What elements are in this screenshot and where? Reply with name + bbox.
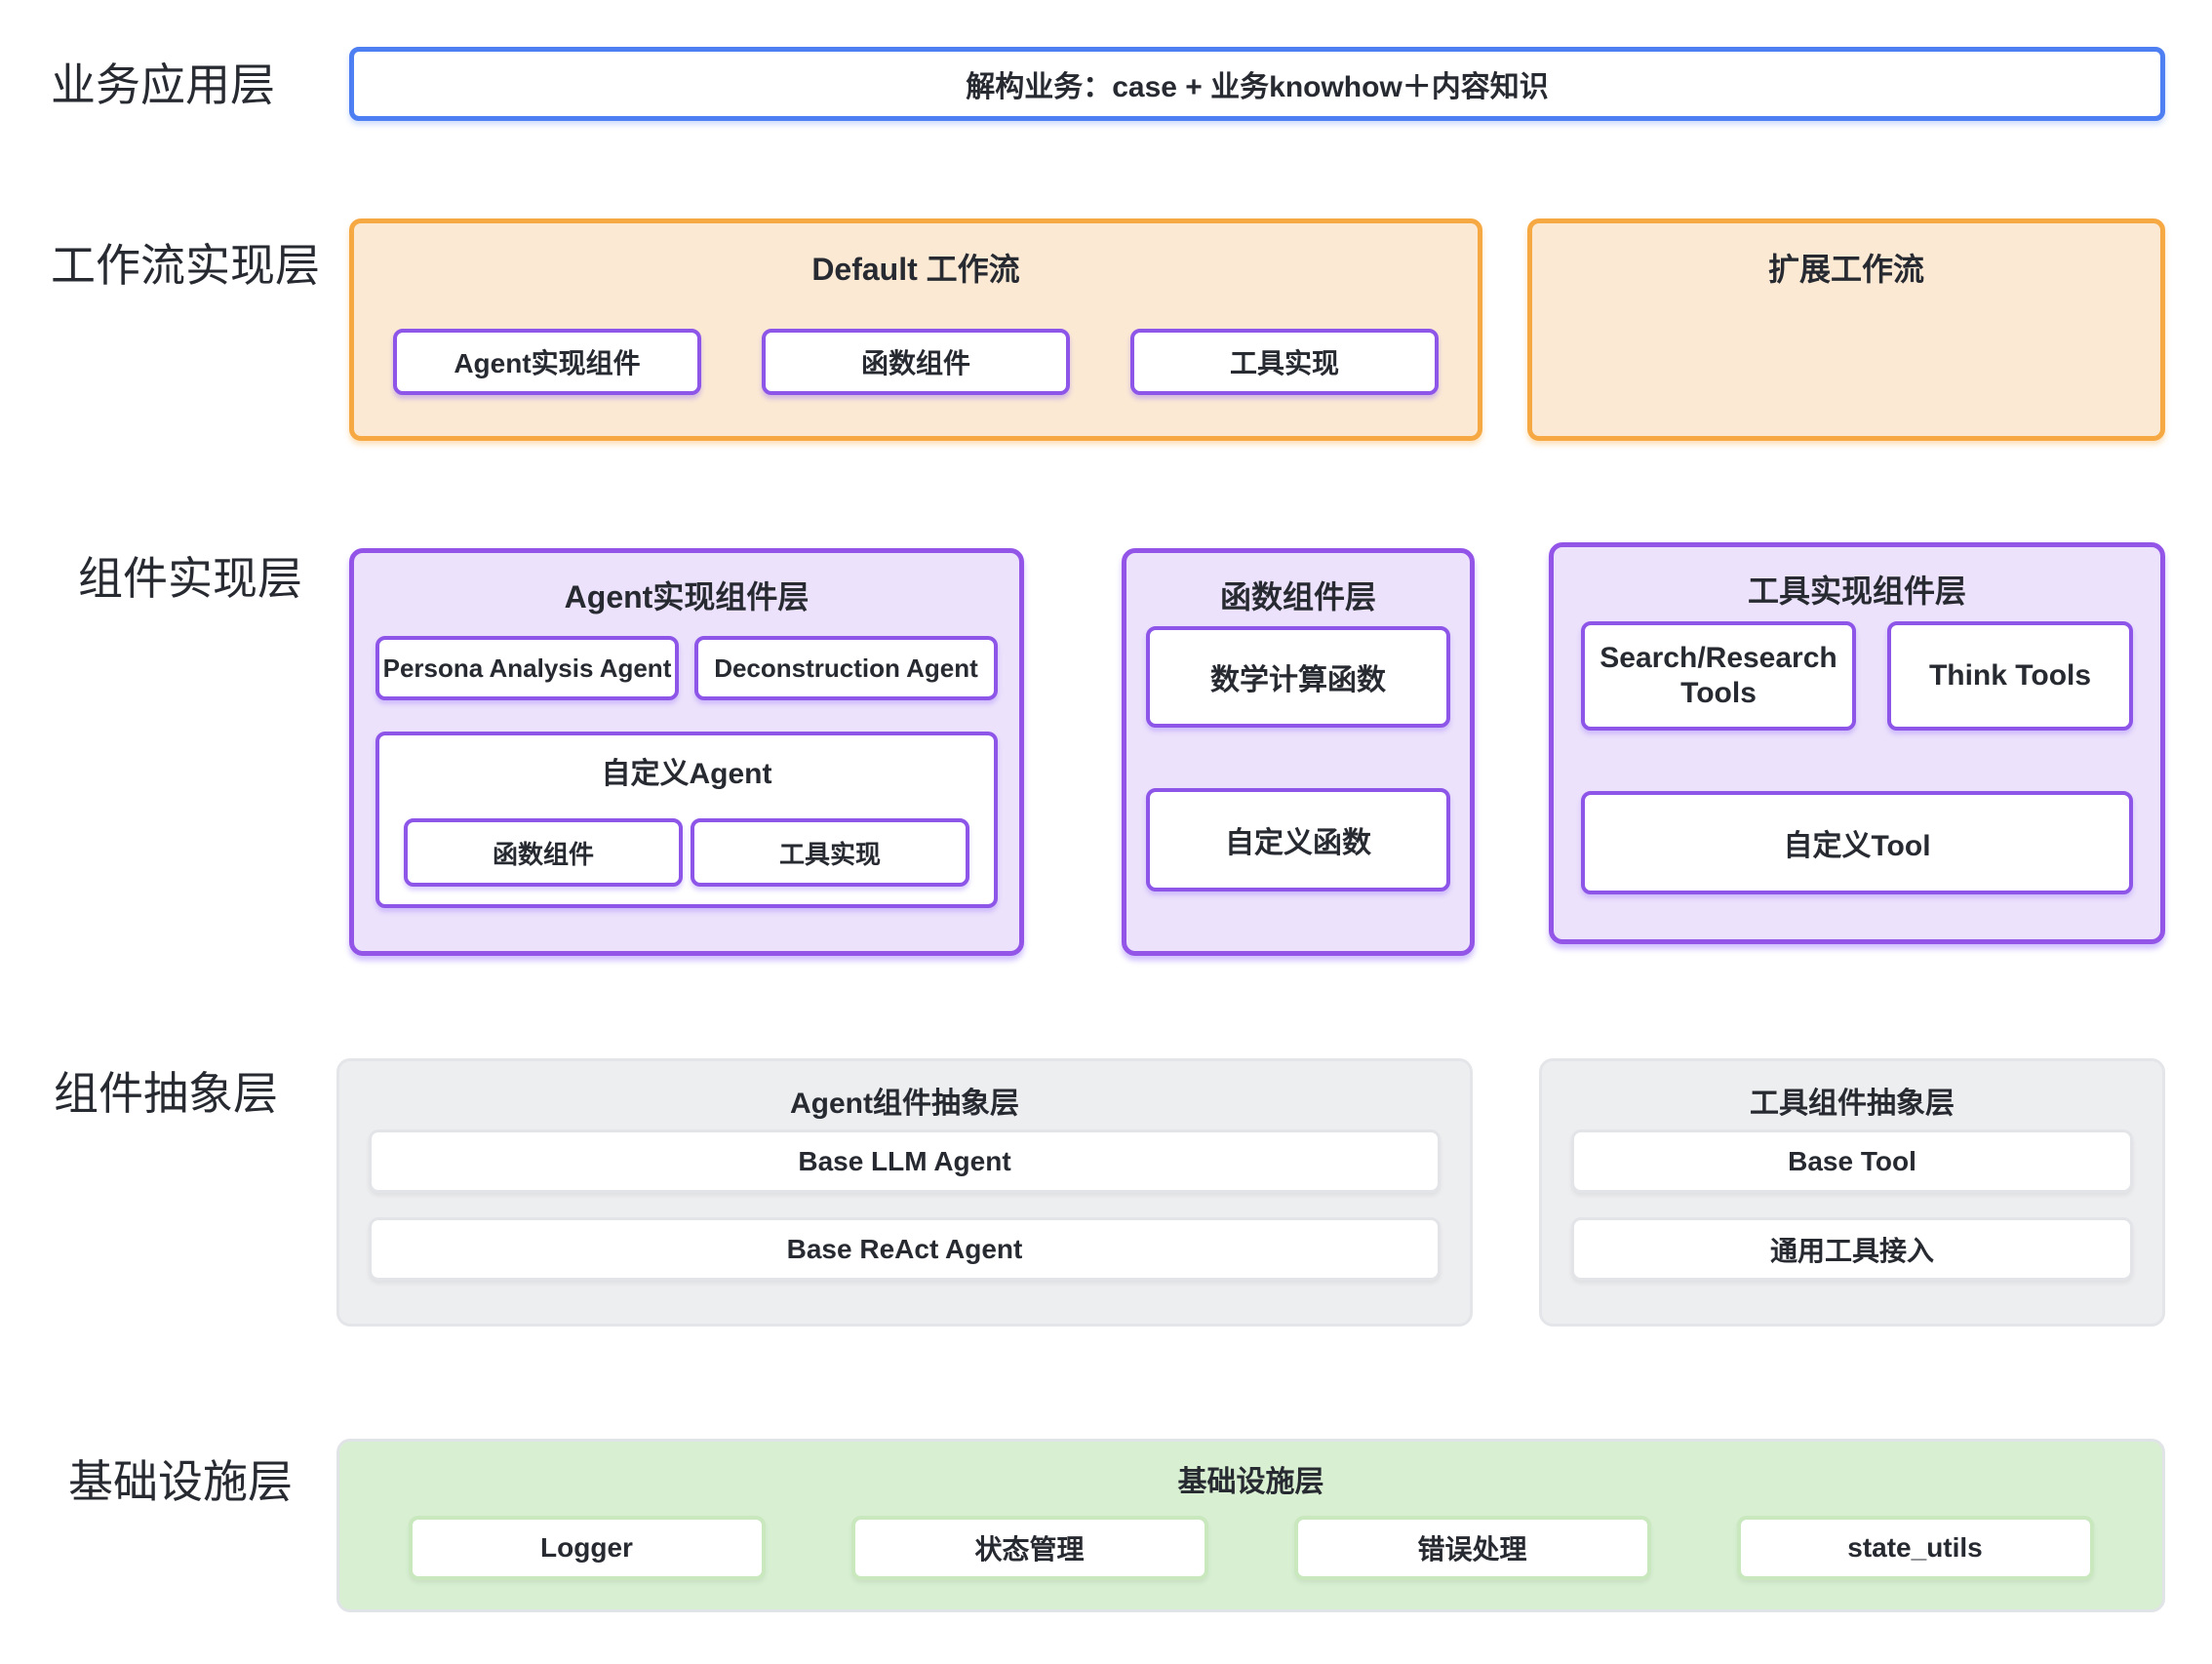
- workflow-item-agent-component: Agent实现组件: [393, 329, 701, 395]
- custom-agent-box: 自定义Agent 函数组件 工具实现: [375, 732, 998, 908]
- agent-impl-layer-title: Agent实现组件层: [354, 573, 1019, 617]
- custom-agent-function-component-box: 函数组件: [404, 818, 683, 887]
- default-workflow-container: Default 工作流 Agent实现组件 函数组件 工具实现: [349, 218, 1482, 441]
- default-workflow-title: Default 工作流: [354, 245, 1478, 290]
- agent-abstract-layer-container: Agent组件抽象层 Base LLM Agent Base ReAct Age…: [336, 1058, 1473, 1327]
- math-function-box: 数学计算函数: [1146, 626, 1450, 728]
- base-tool-box: Base Tool: [1571, 1129, 2133, 1193]
- workflow-item-tool-impl: 工具实现: [1130, 329, 1439, 395]
- function-component-layer-title: 函数组件层: [1126, 573, 1470, 617]
- extended-workflow-container: 扩展工作流: [1527, 218, 2165, 441]
- tool-impl-layer-title: 工具实现组件层: [1554, 567, 2160, 612]
- custom-function-box: 自定义函数: [1146, 788, 1450, 891]
- base-react-agent-box: Base ReAct Agent: [369, 1217, 1441, 1281]
- tool-impl-layer-container: 工具实现组件层 Search/Research Tools Think Tool…: [1549, 542, 2165, 944]
- business-box-text: 解构业务：case + 业务knowhow＋内容知识: [966, 62, 1549, 105]
- custom-tool-box: 自定义Tool: [1581, 791, 2133, 894]
- workflow-item-function-component: 函数组件: [762, 329, 1070, 395]
- agent-impl-layer-container: Agent实现组件层 Persona Analysis Agent Decons…: [349, 548, 1024, 956]
- default-workflow-items: Agent实现组件 函数组件 工具实现: [354, 329, 1478, 395]
- search-research-tools-box: Search/Research Tools: [1581, 621, 1856, 731]
- state-utils-box: state_utils: [1737, 1516, 2094, 1580]
- extended-workflow-title: 扩展工作流: [1532, 245, 2160, 290]
- custom-agent-tool-impl-box: 工具实现: [691, 818, 969, 887]
- deconstruction-agent-box: Deconstruction Agent: [694, 636, 998, 700]
- layer-label-business: 业务应用层: [51, 59, 275, 112]
- logger-box: Logger: [409, 1516, 766, 1580]
- agent-impl-agents-row: Persona Analysis Agent Deconstruction Ag…: [375, 636, 998, 700]
- agent-abstract-layer-title: Agent组件抽象层: [339, 1079, 1470, 1122]
- layer-label-infrastructure: 基础设施层: [68, 1455, 293, 1509]
- infrastructure-container: 基础设施层 Logger 状态管理 错误处理 state_utils: [336, 1439, 2165, 1612]
- tool-abstract-layer-title: 工具组件抽象层: [1542, 1079, 2162, 1122]
- tool-impl-items-row: Search/Research Tools Think Tools: [1581, 621, 2133, 731]
- tool-abstract-layer-container: 工具组件抽象层 Base Tool 通用工具接入: [1539, 1058, 2165, 1327]
- base-llm-agent-box: Base LLM Agent: [369, 1129, 1441, 1193]
- layer-label-component-impl: 组件实现层: [78, 552, 302, 606]
- layer-label-workflow: 工作流实现层: [51, 239, 320, 293]
- architecture-diagram: 业务应用层 工作流实现层 组件实现层 组件抽象层 基础设施层 解构业务：case…: [0, 0, 2212, 1664]
- state-management-box: 状态管理: [851, 1516, 1208, 1580]
- persona-analysis-agent-box: Persona Analysis Agent: [375, 636, 679, 700]
- general-tool-access-box: 通用工具接入: [1571, 1217, 2133, 1281]
- infrastructure-title: 基础设施层: [339, 1457, 2162, 1500]
- infrastructure-items-row: Logger 状态管理 错误处理 state_utils: [339, 1516, 2162, 1580]
- function-component-layer-container: 函数组件层 数学计算函数 自定义函数: [1122, 548, 1475, 956]
- business-box: 解构业务：case + 业务knowhow＋内容知识: [349, 47, 2165, 121]
- custom-agent-items-row: 函数组件 工具实现: [404, 818, 969, 887]
- think-tools-box: Think Tools: [1887, 621, 2133, 731]
- layer-label-component-abstract: 组件抽象层: [54, 1067, 278, 1121]
- error-handling-box: 错误处理: [1294, 1516, 1651, 1580]
- custom-agent-title: 自定义Agent: [379, 749, 994, 792]
